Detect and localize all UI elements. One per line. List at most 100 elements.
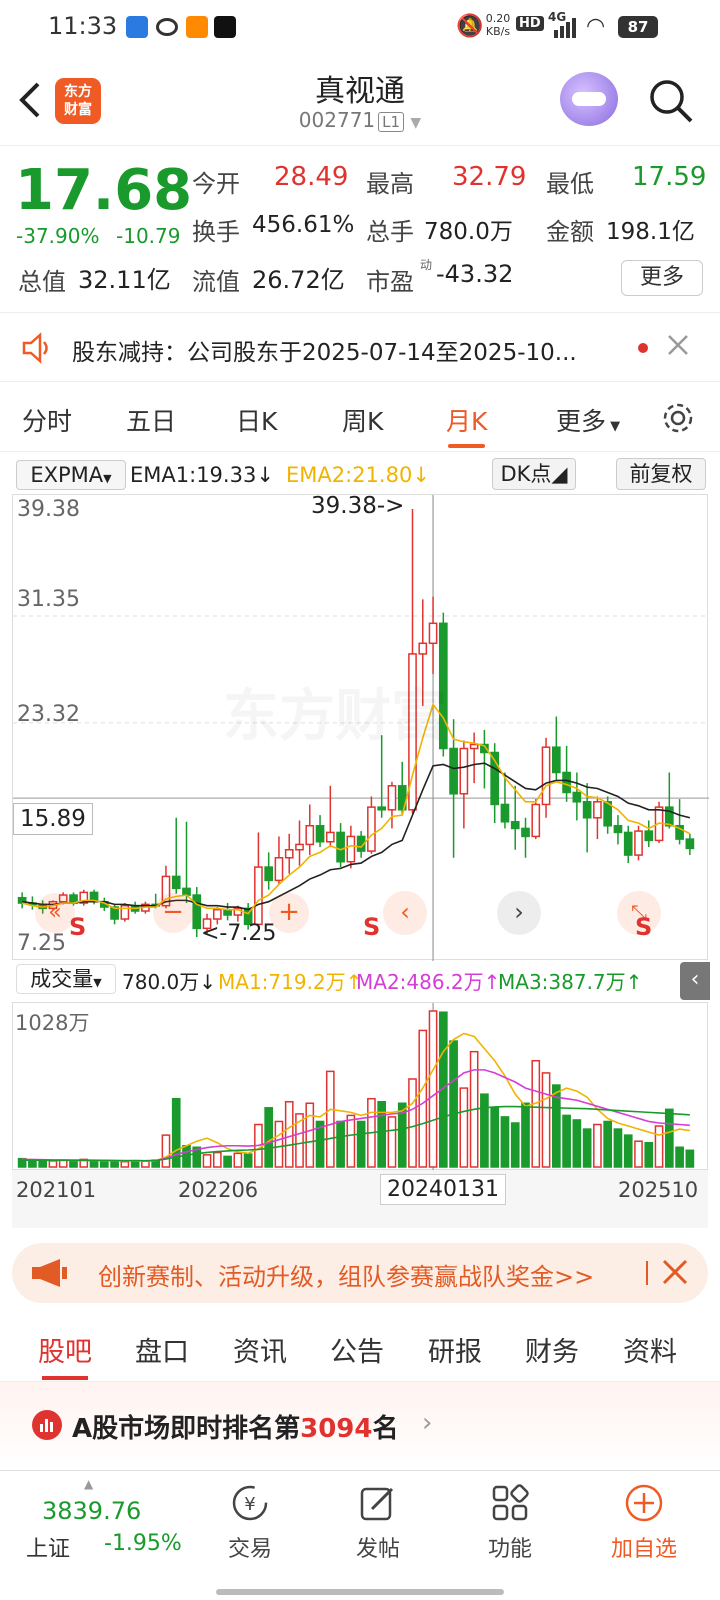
notice-text: 股东减持：公司股东于2025-07-14至2025-10... xyxy=(72,340,577,366)
app-notification-icons xyxy=(126,16,236,40)
notice-bar[interactable]: 股东减持：公司股东于2025-07-14至2025-10... xyxy=(0,312,720,382)
ema1-line xyxy=(22,762,691,911)
nav-add-watchlist[interactable]: 加自选 xyxy=(594,1483,694,1563)
prev-icon[interactable]: ‹ xyxy=(383,891,427,935)
volume-bar xyxy=(110,1160,119,1168)
volume-bar xyxy=(582,1128,592,1168)
index-change: -1.95% xyxy=(104,1531,182,1556)
sell-marker-3: S xyxy=(635,913,653,941)
tab-guba[interactable]: 股吧 xyxy=(38,1330,92,1380)
yen-icon: ¥ xyxy=(230,1483,270,1523)
robot-assistant-icon[interactable] xyxy=(560,72,618,126)
volume-bar xyxy=(161,1134,171,1168)
status-time: 11:33 xyxy=(48,12,118,40)
nav-functions[interactable]: 功能 xyxy=(460,1483,560,1563)
volume-chart[interactable]: 1028万 xyxy=(12,1002,708,1171)
quote-panel: 17.68 -37.90% -10.79 今开 28.49 最高 32.79 最… xyxy=(0,146,720,312)
tab-announcement[interactable]: 公告 xyxy=(330,1330,384,1369)
candle-body xyxy=(459,747,469,795)
candle-body xyxy=(541,746,551,806)
stock-name[interactable]: 真视通 xyxy=(260,66,460,110)
promo-divider xyxy=(646,1261,648,1285)
stock-code[interactable]: 002771 L1 ▼ xyxy=(260,108,460,132)
adjust-button[interactable]: 前复权 xyxy=(616,458,706,490)
max-price-note: 39.38-> xyxy=(311,493,405,519)
candle-body xyxy=(531,803,541,838)
rank-chart-icon xyxy=(32,1410,62,1440)
volume-bar xyxy=(305,1102,315,1168)
close-icon[interactable] xyxy=(664,331,692,359)
volume-bar xyxy=(69,1160,78,1168)
indicator-select[interactable]: EXPMA▼ xyxy=(16,460,126,490)
kline-chart[interactable]: 东方财富 39.38 31.35 23.32 15.89 7.25 39.38-… xyxy=(12,493,709,961)
more-button[interactable]: 更多 xyxy=(621,260,703,296)
y-label-2: 31.35 xyxy=(17,587,80,612)
tab-pankou[interactable]: 盘口 xyxy=(135,1330,189,1369)
tab-profile[interactable]: 资料 xyxy=(623,1330,677,1369)
search-icon[interactable] xyxy=(648,78,694,124)
tab-month-k[interactable]: 月K xyxy=(446,402,487,448)
volume-indicator-select[interactable]: 成交量▼ xyxy=(16,964,116,994)
change-pct: -37.90% xyxy=(16,224,100,248)
promo-banner[interactable]: 创新赛制、活动升级，组队参赛赢战队奖金>> xyxy=(12,1243,708,1303)
volume-bar xyxy=(480,1093,489,1168)
zoom-in-icon[interactable]: + xyxy=(269,893,309,933)
market-rank[interactable]: A股市场即时排名第3094名 › xyxy=(0,1382,720,1470)
nav-trade[interactable]: ¥ 交易 xyxy=(200,1483,300,1563)
volume-bar xyxy=(377,1100,387,1168)
candle-body xyxy=(562,771,571,794)
candle-body xyxy=(449,747,458,795)
volume-bar xyxy=(521,1102,530,1168)
float-cap-value: 26.72亿 xyxy=(252,266,345,294)
promo-text: 创新赛制、活动升级，组队参赛赢战队奖金>> xyxy=(98,1263,595,1291)
stock-header: 东方 财富 真视通 002771 L1 ▼ xyxy=(0,56,720,146)
tab-day-k[interactable]: 日K xyxy=(236,402,277,438)
wifi-icon: ◠ xyxy=(586,14,606,39)
grid-icon xyxy=(490,1483,530,1523)
volume-bar xyxy=(387,1116,397,1168)
volume-y-max: 1028万 xyxy=(15,1011,90,1035)
candle-body xyxy=(212,908,222,920)
chevron-down-icon: ▼ xyxy=(410,115,422,131)
volume-bar xyxy=(675,1146,684,1168)
turnover-value: 456.61% xyxy=(252,212,355,238)
candle-body xyxy=(634,830,643,856)
candle-body xyxy=(377,806,387,811)
candle-body xyxy=(264,866,274,882)
promo-close-icon[interactable] xyxy=(660,1257,690,1287)
megaphone-icon xyxy=(30,1257,70,1289)
tab-finance[interactable]: 财务 xyxy=(525,1330,579,1369)
tab-five-day[interactable]: 五日 xyxy=(126,402,176,438)
volume-bar xyxy=(490,1107,500,1168)
volume-bar xyxy=(99,1160,109,1168)
tab-minute[interactable]: 分时 xyxy=(22,402,72,438)
volume-current: 780.0万↓ xyxy=(122,970,217,994)
current-price: 17.68 xyxy=(15,158,193,223)
index-value: 3839.76 xyxy=(42,1497,142,1525)
volume-bar xyxy=(325,1070,335,1168)
volume-bar xyxy=(541,1072,551,1168)
amount-label: 金额 xyxy=(546,218,594,246)
tab-more[interactable]: 更多 ▼ xyxy=(556,402,620,438)
next-icon[interactable]: › xyxy=(497,891,541,935)
volume-bar xyxy=(531,1060,541,1168)
volume-bar xyxy=(644,1141,654,1168)
candle-body xyxy=(171,875,181,890)
tab-news[interactable]: 资讯 xyxy=(233,1330,287,1369)
zoom-out-icon[interactable]: − xyxy=(153,893,193,933)
speaker-icon xyxy=(20,331,54,365)
sell-marker-1: S xyxy=(69,913,87,941)
mute-icon: 🔕 xyxy=(456,14,484,39)
index-ticker[interactable]: ▲ 3839.76 上证 -1.95% xyxy=(22,1477,192,1562)
settings-gear-icon[interactable] xyxy=(660,400,696,436)
candle-body xyxy=(582,801,592,819)
tab-week-k[interactable]: 周K xyxy=(342,402,383,438)
tab-research[interactable]: 研报 xyxy=(428,1330,482,1369)
dk-point-button[interactable]: DK点◢ xyxy=(492,458,576,490)
nav-post[interactable]: 发帖 xyxy=(328,1483,428,1563)
low-value: 17.59 xyxy=(632,162,707,192)
collapse-panel-icon[interactable]: ‹ xyxy=(680,962,710,1000)
float-cap-label: 流值 xyxy=(192,268,240,296)
back-icon[interactable] xyxy=(14,78,44,122)
kline-tabs: 分时 五日 日K 周K 月K 更多 ▼ xyxy=(0,382,720,452)
